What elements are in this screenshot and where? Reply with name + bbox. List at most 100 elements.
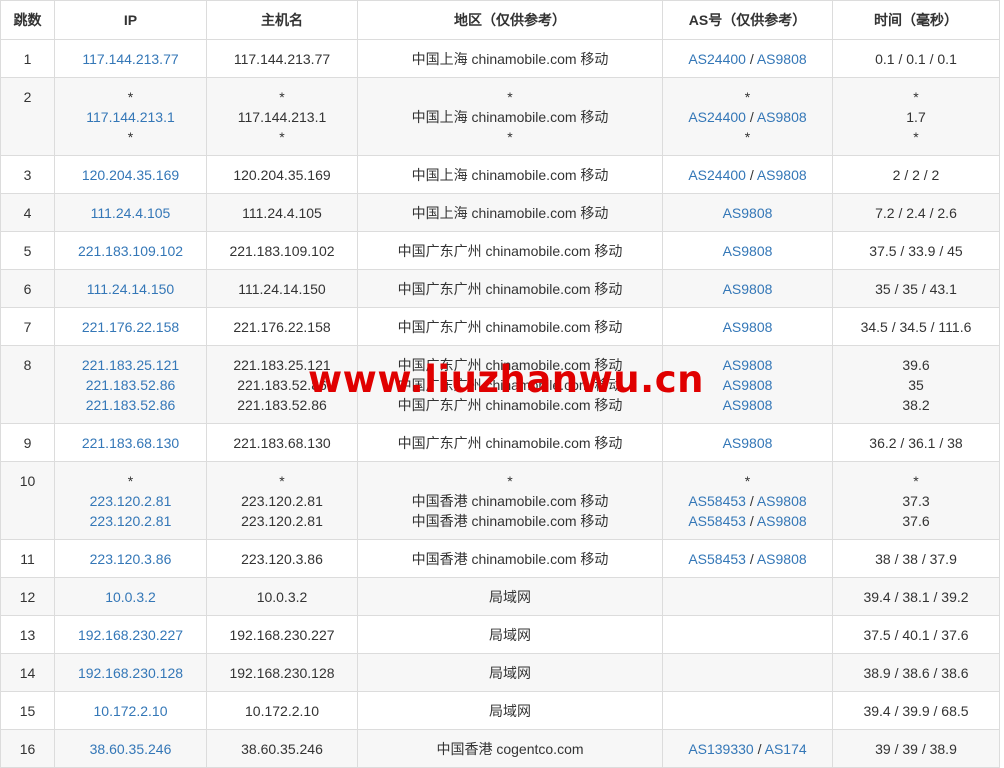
- as-number-link[interactable]: AS9808: [757, 513, 807, 529]
- table-row: 2 * 117.144.213.1 * * 117.144.213.1 * * 中国上海 chi…: [0, 77, 1000, 156]
- ip-address-link[interactable]: 223.120.2.81: [59, 491, 202, 511]
- ip-address-link[interactable]: 111.24.4.105: [59, 203, 202, 223]
- ip-cell: 111.24.4.105: [54, 193, 207, 232]
- as-line: AS58453 / AS9808: [667, 491, 828, 511]
- as-line: AS24400 / AS9808: [667, 49, 828, 69]
- hostname: 223.120.2.81: [241, 493, 323, 509]
- hostname: 223.120.2.81: [241, 513, 323, 529]
- as-number-link[interactable]: AS9808: [757, 551, 807, 567]
- latency-value: 37.6: [902, 513, 930, 529]
- hop-number: 10: [0, 461, 55, 540]
- ip-address-link[interactable]: 120.204.35.169: [59, 165, 202, 185]
- as-placeholder: *: [744, 473, 751, 489]
- ip-address-link[interactable]: 221.183.25.121: [59, 355, 202, 375]
- ip-cell: 192.168.230.227: [54, 615, 207, 654]
- ip-address-link[interactable]: 38.60.35.246: [59, 739, 202, 759]
- as-number-link[interactable]: AS24400: [688, 167, 746, 183]
- table-row: 11 223.120.3.86 223.120.3.86 中国香港 chinamobi…: [0, 539, 1000, 578]
- hostname: 221.183.68.130: [233, 435, 331, 451]
- region-cell: * 中国香港 chinamobile.com 移动 中国香港 chinamobile…: [357, 461, 663, 540]
- time-cell: 39 / 39 / 38.9: [832, 729, 1000, 768]
- ip-address-link[interactable]: 221.183.52.86: [59, 375, 202, 395]
- hop-number: 1: [0, 39, 55, 78]
- as-number-link[interactable]: AS9808: [723, 243, 773, 259]
- time-cell: 34.5 / 34.5 / 111.6: [832, 307, 1000, 346]
- as-number-link[interactable]: AS9808: [757, 109, 807, 125]
- latency-value: 7.2 / 2.4 / 2.6: [875, 205, 957, 221]
- as-line: AS9808: [667, 355, 828, 375]
- region-cell: 中国上海 chinamobile.com 移动: [357, 39, 663, 78]
- as-number-link[interactable]: AS9808: [757, 493, 807, 509]
- region-cell: 局域网: [357, 577, 663, 616]
- as-number-link[interactable]: AS58453: [688, 493, 746, 509]
- as-cell: AS9808: [662, 231, 833, 270]
- header-region: 地区（仅供参考）: [357, 0, 663, 40]
- as-number-link[interactable]: AS24400: [688, 51, 746, 67]
- traceroute-table: 跳数 IP 主机名 地区（仅供参考） AS号（仅供参考） 时间（毫秒） 1 117…: [0, 0, 1000, 768]
- latency-value: 38.2: [902, 397, 930, 413]
- hostname-cell: 223.120.3.86: [206, 539, 358, 578]
- as-separator: /: [745, 513, 757, 529]
- hostname-cell: 117.144.213.77: [206, 39, 358, 78]
- ip-cell: 221.176.22.158: [54, 307, 207, 346]
- as-number-link[interactable]: AS24400: [688, 109, 746, 125]
- region-cell: 中国广东广州 chinamobile.com 移动: [357, 307, 663, 346]
- as-cell: [662, 653, 833, 692]
- as-line: AS9808: [667, 241, 828, 261]
- as-number-link[interactable]: AS139330: [688, 741, 753, 757]
- as-number-link[interactable]: AS9808: [723, 397, 773, 413]
- hostname: 221.183.109.102: [229, 243, 335, 259]
- as-number-link[interactable]: AS9808: [723, 435, 773, 451]
- as-number-link[interactable]: AS9808: [723, 319, 773, 335]
- as-number-link[interactable]: AS9808: [723, 357, 773, 373]
- time-cell: * 1.7 *: [832, 77, 1000, 156]
- latency-value: 0.1 / 0.1 / 0.1: [875, 51, 957, 67]
- ip-address-link[interactable]: 223.120.2.81: [59, 511, 202, 531]
- latency-value: *: [913, 89, 919, 105]
- ip-address-link[interactable]: 221.183.52.86: [59, 395, 202, 415]
- ip-address-link[interactable]: 221.183.109.102: [59, 241, 202, 261]
- region-cell: 中国广东广州 chinamobile.com 移动: [357, 269, 663, 308]
- ip-address-link[interactable]: 192.168.230.128: [59, 663, 202, 683]
- table-row: 7 221.176.22.158 221.176.22.158 中国广东广州 chin…: [0, 307, 1000, 346]
- ip-address-link[interactable]: 117.144.213.1: [59, 107, 202, 127]
- region-cell: 中国广东广州 chinamobile.com 移动 中国广东广州 chinamob…: [357, 345, 663, 424]
- region-text: 局域网: [489, 703, 531, 719]
- hostname-cell: 111.24.14.150: [206, 269, 358, 308]
- as-number-link[interactable]: AS174: [765, 741, 807, 757]
- ip-address-link[interactable]: 221.176.22.158: [59, 317, 202, 337]
- table-header-row: 跳数 IP 主机名 地区（仅供参考） AS号（仅供参考） 时间（毫秒）: [0, 0, 1000, 40]
- latency-value: 2 / 2 / 2: [892, 167, 940, 183]
- region-text: 中国广东广州 chinamobile.com 移动: [397, 357, 623, 373]
- as-placeholder: *: [744, 129, 751, 145]
- as-number-link[interactable]: AS9808: [723, 377, 773, 393]
- region-cell: * 中国上海 chinamobile.com 移动 *: [357, 77, 663, 156]
- as-number-link[interactable]: AS9808: [757, 51, 807, 67]
- ip-address-link[interactable]: 10.172.2.10: [59, 701, 202, 721]
- ip-cell: 192.168.230.128: [54, 653, 207, 692]
- ip-address-link[interactable]: 117.144.213.77: [59, 49, 202, 69]
- region-cell: 局域网: [357, 653, 663, 692]
- ip-address-link[interactable]: 221.183.68.130: [59, 433, 202, 453]
- region-cell: 中国广东广州 chinamobile.com 移动: [357, 423, 663, 462]
- region-cell: 中国上海 chinamobile.com 移动: [357, 193, 663, 232]
- as-line: AS9808: [667, 375, 828, 395]
- hostname: 117.144.213.77: [233, 51, 331, 67]
- ip-address-link[interactable]: 111.24.14.150: [59, 279, 202, 299]
- as-number-link[interactable]: AS58453: [688, 551, 746, 567]
- as-cell: AS24400 / AS9808: [662, 155, 833, 194]
- time-cell: 0.1 / 0.1 / 0.1: [832, 39, 1000, 78]
- ip-address-link[interactable]: 192.168.230.227: [59, 625, 202, 645]
- ip-address-link[interactable]: 223.120.3.86: [59, 549, 202, 569]
- hostname: 221.176.22.158: [233, 319, 331, 335]
- as-cell: AS9808: [662, 307, 833, 346]
- as-number-link[interactable]: AS9808: [723, 281, 773, 297]
- as-number-link[interactable]: AS58453: [688, 513, 746, 529]
- region-text: 中国香港 cogentco.com: [436, 741, 584, 757]
- region-text: 中国香港 chinamobile.com 移动: [411, 513, 609, 529]
- ip-address-link[interactable]: 10.0.3.2: [59, 587, 202, 607]
- as-number-link[interactable]: AS9808: [723, 205, 773, 221]
- as-number-link[interactable]: AS9808: [757, 167, 807, 183]
- table-row: 4 111.24.4.105 111.24.4.105 中国上海 chinamobil…: [0, 193, 1000, 232]
- ip-cell: 10.0.3.2: [54, 577, 207, 616]
